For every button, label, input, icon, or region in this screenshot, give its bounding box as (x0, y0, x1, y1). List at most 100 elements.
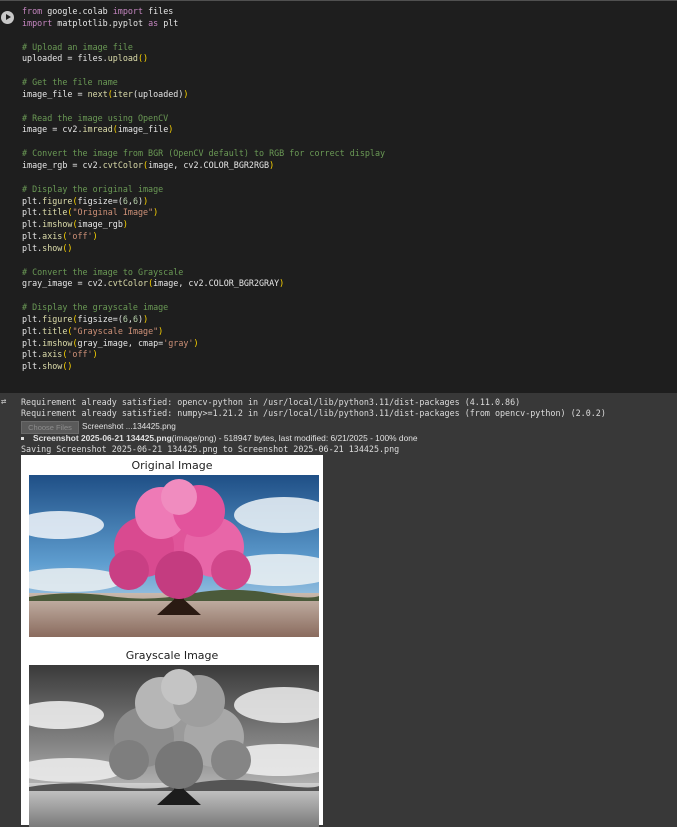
code-line: plt.title("Original Image") (22, 207, 385, 219)
code-token: image_rgb (77, 219, 123, 230)
code-token: ) (193, 337, 199, 348)
code-token: "Grayscale Image" (72, 325, 159, 336)
code-token: image, cv2.COLOR_BGR2GRAY (153, 278, 280, 289)
original-image (29, 475, 319, 637)
code-editor[interactable]: from google.colab import files import mat… (22, 6, 385, 373)
code-token: as (148, 17, 159, 28)
code-token: upload (107, 53, 138, 64)
code-token: image = cv2. (22, 124, 83, 135)
code-token: iter (112, 88, 133, 99)
code-token: 'off' (67, 349, 93, 360)
code-line: plt.show() (22, 361, 385, 373)
code-token: "Original Image" (72, 207, 154, 218)
uploaded-file-name: Screenshot 2025-06-21 134425.png (33, 433, 172, 443)
pip-output-line: Requirement already satisfied: opencv-py… (21, 397, 521, 407)
code-token: plt. (22, 337, 43, 348)
code-token: (uploaded) (132, 88, 184, 99)
code-token: plt. (22, 242, 43, 253)
code-line: image_rgb = cv2.cvtColor(image, cv2.COLO… (22, 160, 385, 172)
uploaded-file-entry: Screenshot 2025-06-21 134425.png(image/p… (21, 433, 418, 444)
code-token: uploaded = files. (22, 53, 108, 64)
run-cell-button[interactable] (1, 11, 14, 24)
code-line: plt.title("Grayscale Image") (22, 326, 385, 338)
code-token: plt. (22, 195, 43, 206)
code-token: gray_image, cmap= (77, 337, 164, 348)
code-token: next (87, 88, 108, 99)
pip-output-line: Requirement already satisfied: numpy>=1.… (21, 408, 606, 418)
code-token: plt. (22, 313, 43, 324)
code-line: plt.axis('off') (22, 349, 385, 361)
code-token: 'gray' (163, 337, 194, 348)
code-token: title (42, 207, 68, 218)
code-token: plt. (22, 219, 43, 230)
code-token: # Upload an image file (22, 41, 133, 52)
code-token: imshow (42, 219, 73, 230)
code-token: figsize=( (77, 195, 123, 206)
code-token: ) (183, 88, 189, 99)
code-line: plt.figure(figsize=(6,6)) (22, 314, 385, 326)
code-token: figure (42, 195, 73, 206)
code-token: image, cv2.COLOR_BGR2RGB (148, 159, 270, 170)
code-token: figure (42, 313, 73, 324)
code-line: uploaded = files.upload() (22, 53, 385, 65)
code-token: cvtColor (102, 159, 144, 170)
code-token: show (42, 361, 63, 372)
code-token: ) (279, 278, 285, 289)
code-token: cvtColor (107, 278, 149, 289)
code-line: # Upload an image file (22, 42, 385, 54)
code-token: ) (92, 349, 98, 360)
code-token: ) (143, 195, 149, 206)
code-line: plt.imshow(image_rgb) (22, 219, 385, 231)
code-token: # Convert the image from BGR (OpenCV def… (22, 148, 386, 159)
code-token: ) (269, 159, 275, 170)
code-token: image_file (117, 124, 169, 135)
code-line: # Read the image using OpenCV (22, 113, 385, 125)
output-toggle-icon[interactable]: ⇄ (1, 398, 12, 407)
code-token: plt. (22, 325, 43, 336)
code-token: ) (168, 124, 174, 135)
code-line: plt.figure(figsize=(6,6)) (22, 196, 385, 208)
code-line: # Display the grayscale image (22, 302, 385, 314)
code-token: () (137, 53, 149, 64)
code-line: # Get the file name (22, 77, 385, 89)
code-line: plt.axis('off') (22, 231, 385, 243)
grayscale-image (29, 665, 319, 827)
code-token: ) (143, 313, 149, 324)
code-line: # Display the original image (22, 184, 385, 196)
code-line: # Convert the image to Grayscale (22, 267, 385, 279)
code-token: # Convert the image to Grayscale (22, 266, 184, 277)
chosen-file-label: Screenshot ...134425.png (82, 422, 176, 431)
code-token: plt. (22, 349, 43, 360)
code-line: image_file = next(iter(uploaded)) (22, 89, 385, 101)
code-token: # Read the image using OpenCV (22, 112, 169, 123)
code-line: import matplotlib.pyplot as plt (22, 18, 385, 30)
code-line: image = cv2.imread(image_file) (22, 124, 385, 136)
code-token: plt. (22, 361, 43, 372)
code-line: plt.imshow(gray_image, cmap='gray') (22, 338, 385, 350)
figure-title-grayscale: Grayscale Image (125, 649, 219, 662)
code-token: plt. (22, 231, 43, 242)
code-token: show (42, 242, 63, 253)
code-token: # Get the file name (22, 77, 118, 88)
code-token: plt (158, 17, 179, 28)
code-token: from (22, 6, 43, 16)
code-token: gray_image = cv2. (22, 278, 108, 289)
code-token: axis (42, 231, 63, 242)
code-token: import (22, 17, 53, 28)
code-line: # Convert the image from BGR (OpenCV def… (22, 148, 385, 160)
code-token: ) (122, 219, 128, 230)
code-token: image_file = (22, 88, 88, 99)
code-token: google.colab (42, 6, 113, 16)
code-line: from google.colab import files (22, 6, 385, 18)
code-token: ) (158, 325, 164, 336)
code-token: imshow (42, 337, 73, 348)
code-cell[interactable]: from google.colab import files import mat… (0, 0, 677, 393)
code-token: matplotlib.pyplot (52, 17, 149, 28)
code-token: axis (42, 349, 63, 360)
code-token: ) (92, 231, 98, 242)
